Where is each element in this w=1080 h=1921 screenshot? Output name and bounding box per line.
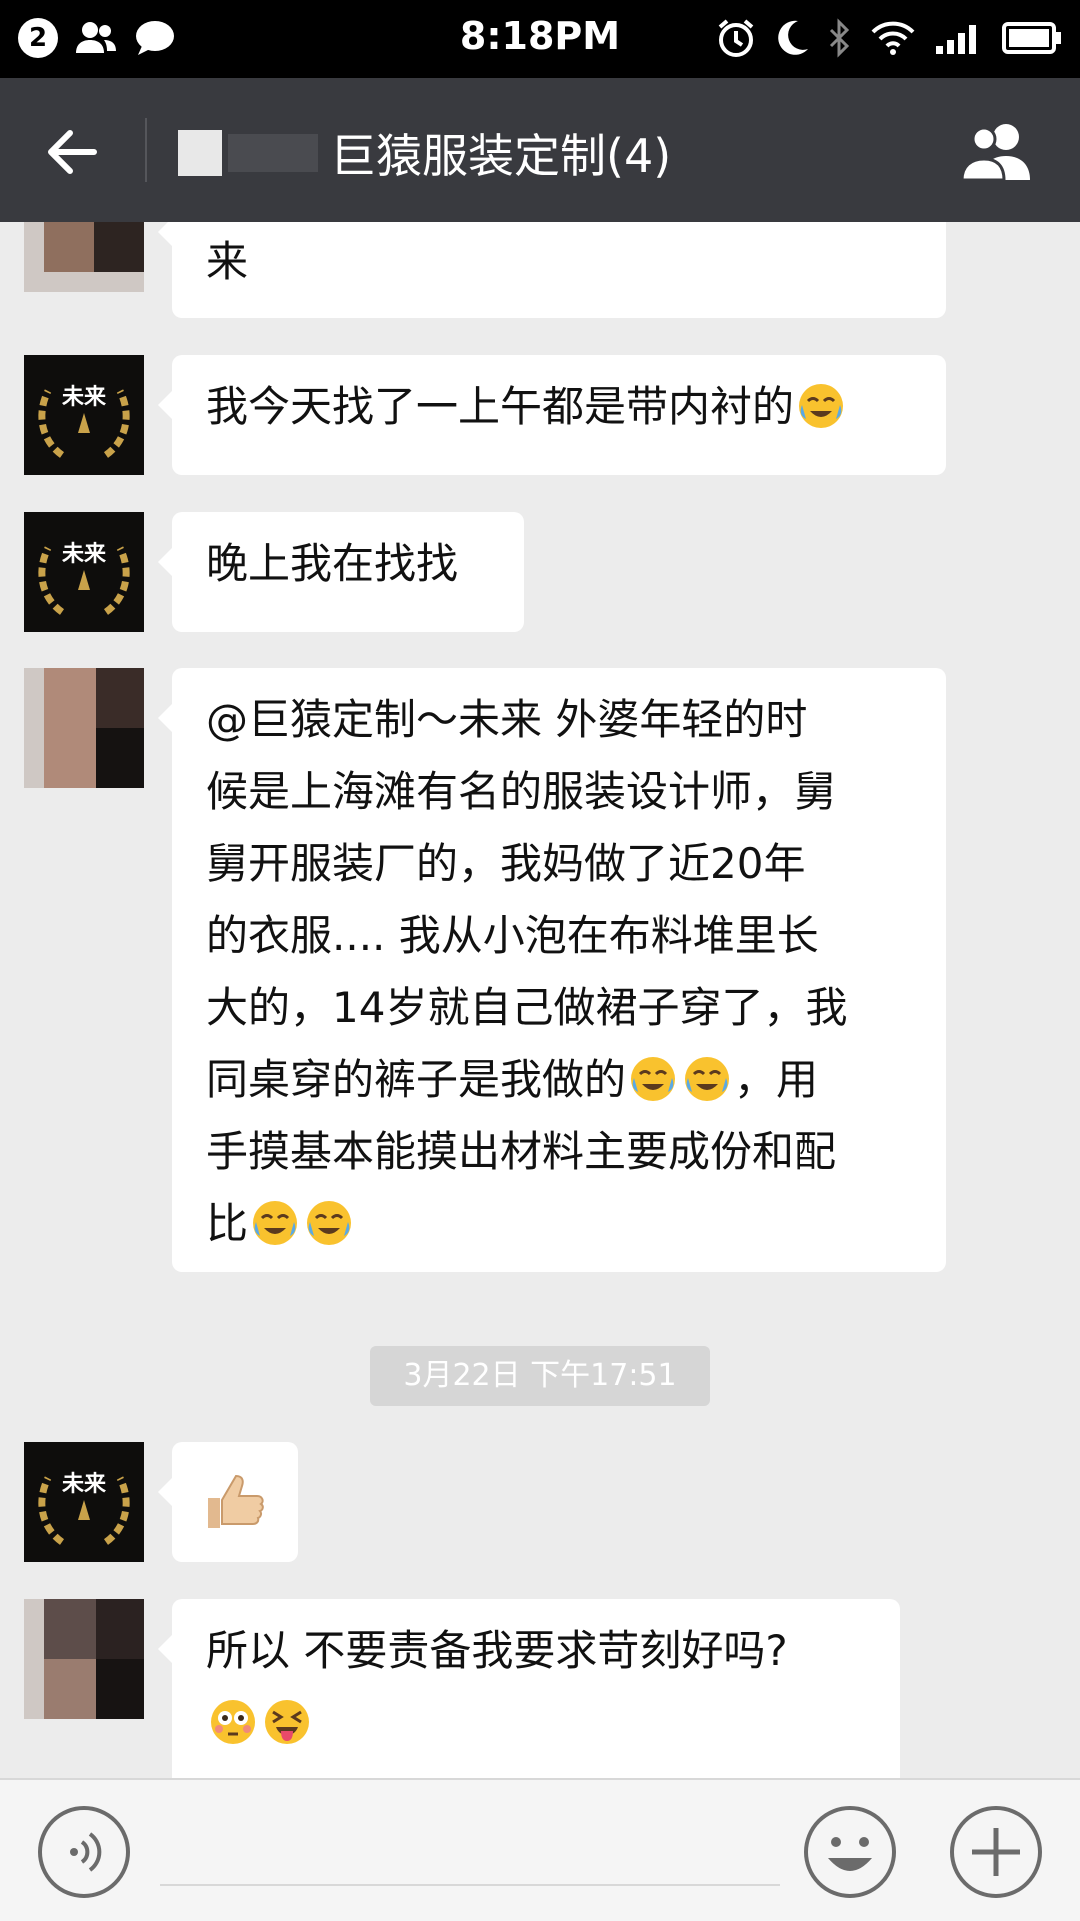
back-icon[interactable] — [40, 120, 104, 184]
message-input-bar — [0, 1778, 1080, 1921]
avatar-label: 未来 — [61, 385, 106, 410]
message-text-line: 大的，14岁就自己做裙子穿了，我 — [206, 983, 848, 1032]
message-text: 比 — [206, 1199, 249, 1248]
tears-of-joy-emoji-icon — [307, 1201, 352, 1245]
group-members-icon[interactable] — [956, 120, 1040, 184]
timestamp-divider: 3月22日 下午17:51 — [370, 1346, 710, 1406]
do-not-disturb-icon — [778, 20, 808, 55]
title-redaction — [178, 130, 222, 176]
flushed-face-emoji-icon — [211, 1700, 255, 1744]
tears-of-joy-emoji-icon — [631, 1057, 676, 1101]
message-text-line: 的衣服.... 我从小泡在布料堆里长 — [206, 911, 819, 960]
message-text: 我今天找了一上午都是带内衬的 — [206, 382, 795, 431]
tears-of-joy-emoji-icon — [799, 384, 844, 428]
avatar-label: 未来 — [61, 1472, 106, 1497]
alarm-icon — [718, 19, 754, 57]
avatar[interactable] — [24, 222, 144, 292]
laurel-wreath-icon — [38, 546, 130, 615]
message-text-line: 舅开服装厂的，我妈做了近20年 — [206, 839, 806, 888]
status-bar: 2 8:18PM — [0, 0, 1080, 78]
message-text: 晚上我在找找 — [206, 539, 459, 588]
signal-icon — [936, 25, 976, 54]
bluetooth-icon — [829, 18, 850, 58]
avatar[interactable]: 未来 — [24, 512, 144, 632]
laurel-wreath-icon — [38, 1476, 130, 1545]
tears-of-joy-emoji-icon — [253, 1201, 298, 1245]
message-text: 来 — [206, 237, 249, 286]
message-text: ，用 — [734, 1055, 819, 1104]
voice-input-icon[interactable] — [36, 1804, 132, 1900]
message-text-line: 手摸基本能摸出材料主要成份和配 — [206, 1127, 837, 1176]
more-options-plus-icon[interactable] — [948, 1804, 1044, 1900]
message-bubble[interactable]: @巨猿定制～未来 外婆年轻的时 候是上海滩有名的服装设计师，舅 舅开服装厂的，我… — [158, 668, 946, 1272]
avatar[interactable] — [24, 668, 144, 788]
battery-icon — [1002, 22, 1061, 54]
message-bubble[interactable] — [158, 1442, 298, 1562]
message-bubble[interactable]: 我今天找了一上午都是带内衬的 — [158, 355, 946, 475]
wifi-icon — [871, 21, 915, 55]
message-text-line: 候是上海滩有名的服装设计师，舅 — [206, 767, 837, 816]
message-text: 同桌穿的裤子是我做的 — [206, 1055, 627, 1104]
avatar[interactable]: 未来 — [24, 355, 144, 475]
tears-of-joy-emoji-icon — [685, 1057, 730, 1101]
title-redaction — [228, 134, 318, 172]
message-bubble[interactable]: 晚上我在找找 — [158, 512, 524, 632]
message-text-line: @巨猿定制～未来 外婆年轻的时 — [206, 695, 808, 744]
header-divider — [145, 118, 147, 182]
message-bubble[interactable]: 所以 不要责备我要求苛刻好吗? — [158, 1599, 900, 1778]
avatar[interactable] — [24, 1599, 144, 1719]
chat-message-list[interactable]: 来 未来 我今天找了一上午都是带内衬的 未来 晚上我在找找 @巨猿定制～未来 外… — [0, 222, 1080, 1778]
message-bubble[interactable]: 来 — [158, 222, 946, 318]
laurel-wreath-icon — [38, 389, 130, 458]
chat-title: 巨猿服装定制(4) — [330, 129, 672, 183]
avatar-label: 未来 — [61, 542, 106, 567]
message-text-line: 所以 不要责备我要求苛刻好吗? — [206, 1626, 788, 1675]
avatar[interactable]: 未来 — [24, 1442, 144, 1562]
thumbs-up-emoji-icon — [208, 1474, 264, 1528]
squinting-tongue-emoji-icon — [265, 1700, 309, 1744]
chat-header: 巨猿服装定制(4) — [0, 78, 1080, 222]
emoji-picker-icon[interactable] — [802, 1804, 898, 1900]
message-input-field[interactable] — [160, 1884, 780, 1886]
